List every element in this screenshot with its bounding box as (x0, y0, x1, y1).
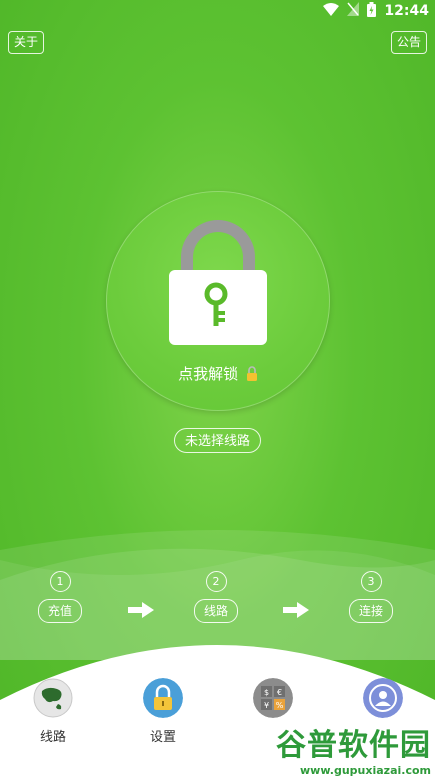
wifi-icon (323, 2, 340, 20)
no-signal-icon (347, 2, 360, 20)
lock-icon (143, 678, 183, 718)
svg-text:€: € (277, 688, 282, 697)
padlock-icon (169, 270, 267, 345)
user-icon (363, 678, 403, 718)
bottom-navigation: 线路 设置 $ € ¥ % 谷普软件园 www.gupuxiazai.com (0, 630, 435, 781)
battery-icon (367, 1, 377, 21)
notice-button[interactable]: 公告 (390, 31, 427, 54)
step-recharge[interactable]: 1 充值 (38, 571, 83, 623)
status-bar: 12:44 (0, 0, 435, 22)
small-lock-icon (246, 366, 258, 385)
step-number: 1 (49, 571, 71, 592)
step-number: 2 (205, 571, 227, 592)
step-label: 充值 (38, 599, 83, 623)
status-time: 12:44 (384, 3, 429, 19)
unlock-label: 点我解锁 (106, 363, 330, 385)
nav-label: 设置 (149, 730, 176, 745)
watermark-title: 谷普软件园 (276, 728, 431, 763)
about-button[interactable]: 关于 (8, 31, 45, 54)
svg-text:¥: ¥ (264, 701, 269, 710)
arrow-right-icon (128, 602, 154, 622)
nav-recharge[interactable]: $ € ¥ % (233, 678, 313, 726)
nav-settings[interactable]: 设置 (123, 678, 203, 745)
svg-text:%: % (276, 701, 284, 710)
svg-text:$: $ (264, 688, 269, 697)
watermark-url: www.gupuxiazai.com (300, 764, 431, 777)
nav-label: 线路 (39, 730, 66, 745)
route-select-button[interactable]: 未选择线路 (174, 428, 262, 453)
unlock-button[interactable]: 点我解锁 (106, 191, 330, 411)
unlock-text: 点我解锁 (178, 365, 239, 383)
key-icon (204, 282, 228, 326)
currency-icon: $ € ¥ % (253, 678, 293, 718)
step-route[interactable]: 2 线路 (194, 571, 239, 623)
step-connect[interactable]: 3 连接 (349, 571, 394, 623)
step-label: 连接 (349, 599, 394, 623)
step-label: 线路 (194, 599, 239, 623)
nav-profile[interactable] (343, 678, 423, 726)
nav-route[interactable]: 线路 (13, 678, 93, 745)
watermark: 谷普软件园 www.gupuxiazai.com (276, 720, 431, 777)
globe-icon (33, 678, 73, 718)
arrow-right-icon (283, 602, 309, 622)
step-number: 3 (360, 571, 382, 592)
